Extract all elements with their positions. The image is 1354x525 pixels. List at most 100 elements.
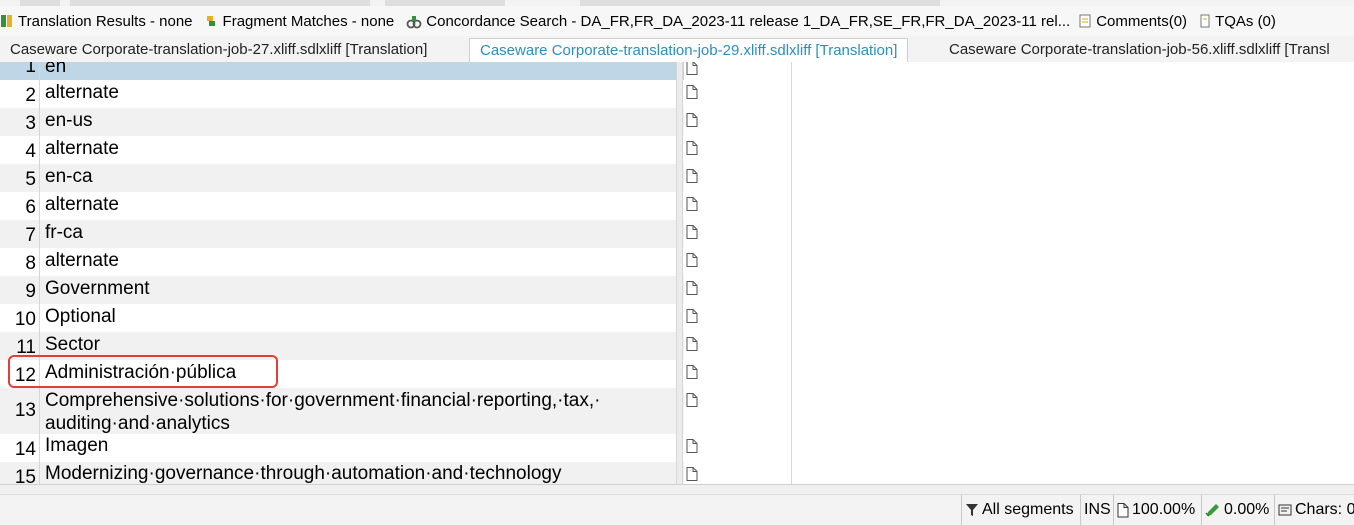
- status-cell: [684, 164, 792, 192]
- highlight-box: [8, 355, 278, 388]
- target-cell[interactable]: [792, 360, 1354, 388]
- status-cell: [684, 304, 792, 332]
- filter-icon: [966, 504, 978, 516]
- column-divider: [676, 62, 677, 484]
- panel-tqa-label: TQAs (0): [1215, 12, 1276, 30]
- target-cell[interactable]: [792, 248, 1354, 276]
- document-icon: [686, 365, 698, 379]
- target-cell[interactable]: [792, 462, 1354, 484]
- status-cell: [684, 360, 792, 388]
- segment-filter-label: All segments: [982, 501, 1074, 518]
- document-icon: [686, 309, 698, 323]
- target-cell[interactable]: [792, 136, 1354, 164]
- target-cell[interactable]: [792, 220, 1354, 248]
- concordance-search-icon: [406, 16, 422, 29]
- target-cell[interactable]: [792, 332, 1354, 360]
- segment-number: 5: [25, 169, 36, 190]
- target-cell[interactable]: [792, 80, 1354, 108]
- source-cell[interactable]: alternate: [45, 193, 670, 216]
- segment-number: 9: [25, 281, 36, 302]
- document-icon: [686, 62, 698, 75]
- status-cell: [684, 248, 792, 276]
- document-icon: [686, 281, 698, 295]
- tqa-icon: [1200, 14, 1210, 28]
- insert-mode-label: INS: [1084, 501, 1111, 518]
- chars-value: Chars: 0: [1295, 501, 1354, 518]
- target-cell[interactable]: [792, 192, 1354, 220]
- target-cell[interactable]: [792, 164, 1354, 192]
- panel-fragment-matches-label: Fragment Matches - none: [222, 12, 395, 30]
- segment-number: 10: [14, 309, 36, 330]
- document-icon: [686, 393, 698, 407]
- status-cell: [684, 136, 792, 164]
- doc-tab-job-29[interactable]: Caseware Corporate-translation-job-29.xl…: [469, 38, 909, 62]
- status-cell: [684, 434, 792, 462]
- doc-tab-job-27[interactable]: Caseware Corporate-translation-job-27.xl…: [0, 38, 437, 62]
- column-divider: [682, 62, 683, 484]
- source-cell[interactable]: en-ca: [45, 165, 670, 188]
- source-cell[interactable]: alternate: [45, 249, 670, 272]
- target-cell[interactable]: [792, 276, 1354, 304]
- segment-number: 8: [25, 253, 36, 274]
- target-cell[interactable]: [792, 304, 1354, 332]
- progress-value: 100.00%: [1132, 501, 1196, 518]
- status-cell: [684, 62, 792, 80]
- status-cell: [684, 108, 792, 136]
- source-cell[interactable]: Optional: [45, 305, 670, 328]
- document-icon: [686, 467, 698, 481]
- document-icon: [686, 141, 698, 155]
- segment-number: 7: [25, 225, 36, 246]
- source-cell[interactable]: Government: [45, 277, 670, 300]
- source-cell[interactable]: fr-ca: [45, 221, 670, 244]
- pencil-check-icon: [1205, 504, 1219, 517]
- status-cell: [684, 220, 792, 248]
- source-cell[interactable]: alternate: [45, 81, 670, 104]
- translation-results-icon: [1, 15, 12, 27]
- segment-number: 14: [14, 439, 36, 460]
- panel-tabs-bar: Translation Results - none Fragment Matc…: [0, 6, 1354, 36]
- segment-filter[interactable]: All segments: [961, 495, 1074, 525]
- confirmed-indicator: 0.00%: [1201, 495, 1269, 525]
- status-cell: [684, 332, 792, 360]
- insert-mode[interactable]: INS: [1080, 495, 1111, 525]
- source-cell[interactable]: Imagen: [45, 434, 670, 457]
- document-icon: [686, 113, 698, 127]
- panel-comments[interactable]: Comments(0): [1078, 13, 1187, 30]
- target-cell[interactable]: [792, 62, 1354, 80]
- progress-indicator: 100.00%: [1113, 495, 1195, 525]
- source-cell[interactable]: Modernizing·governance·through·automatio…: [45, 462, 670, 484]
- document-tabs: Caseware Corporate-translation-job-27.xl…: [0, 36, 1354, 63]
- source-cell[interactable]: alternate: [45, 137, 670, 160]
- confirmed-value: 0.00%: [1224, 501, 1270, 518]
- target-cell[interactable]: [792, 388, 1354, 434]
- chars-icon: [1278, 504, 1292, 516]
- target-cell[interactable]: [792, 108, 1354, 136]
- segment-number: 2: [25, 85, 36, 106]
- panel-fragment-matches[interactable]: Fragment Matches - none: [205, 12, 395, 30]
- panel-translation-results-label: Translation Results - none: [18, 12, 193, 30]
- target-cell[interactable]: [792, 434, 1354, 462]
- panel-comments-label: Comments(0): [1096, 12, 1188, 30]
- source-cell[interactable]: Sector: [45, 333, 670, 356]
- status-cell: [684, 192, 792, 220]
- segment-number: 4: [25, 141, 36, 162]
- document-icon: [686, 253, 698, 267]
- comments-icon: [1079, 14, 1091, 28]
- doc-tab-job-56[interactable]: Caseware Corporate-translation-job-56.xl…: [939, 38, 1340, 62]
- source-cell[interactable]: Comprehensive·solutions·for·government·f…: [45, 389, 670, 435]
- column-divider: [791, 62, 792, 484]
- document-icon: [686, 225, 698, 239]
- panel-concordance-search[interactable]: Concordance Search - DA_FR,FR_DA_2023-11…: [406, 13, 1070, 30]
- column-divider: [39, 62, 40, 484]
- source-cell[interactable]: en-us: [45, 109, 670, 132]
- status-bar: All segments INS 100.00% 0.00% Chars: 0: [0, 494, 1354, 525]
- panel-concordance-search-label: Concordance Search - DA_FR,FR_DA_2023-11…: [426, 12, 1071, 30]
- panel-tqa[interactable]: TQAs (0): [1199, 13, 1276, 30]
- segment-number: 13: [14, 400, 36, 421]
- document-icon: [1117, 502, 1129, 517]
- source-cell[interactable]: en: [45, 62, 670, 78]
- panel-translation-results[interactable]: Translation Results - none: [0, 13, 193, 30]
- document-icon: [686, 85, 698, 99]
- document-icon: [686, 337, 698, 351]
- document-icon: [686, 197, 698, 211]
